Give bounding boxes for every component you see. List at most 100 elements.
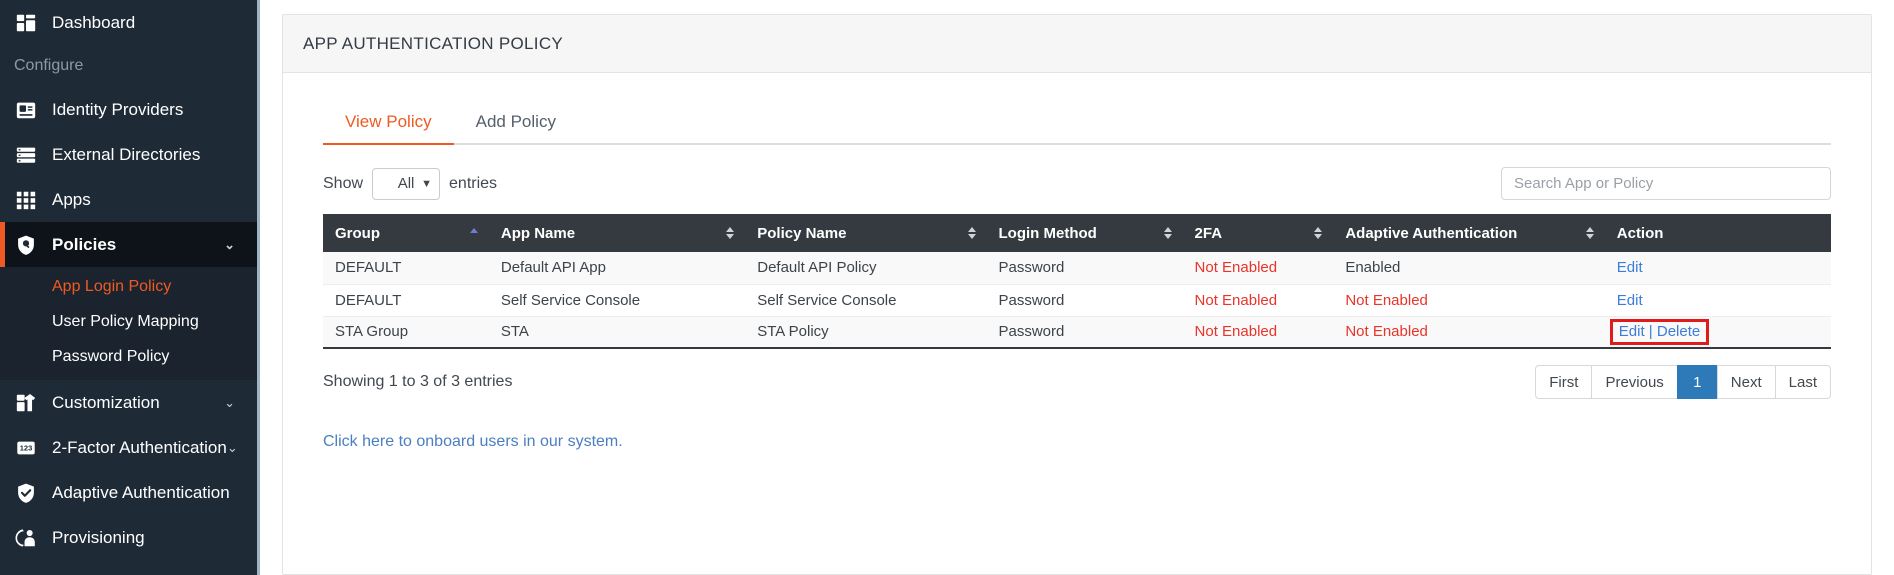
sidebar-item-label: Customization — [52, 392, 160, 412]
action-links: Edit — [1617, 259, 1643, 276]
app-authentication-policy-card: APP AUTHENTICATION POLICY View Policy Add… — [282, 14, 1872, 575]
chevron-down-icon[interactable]: ⌄ — [224, 238, 235, 251]
main-content: APP AUTHENTICATION POLICY View Policy Add… — [260, 0, 1894, 575]
column-header-label: 2FA — [1194, 224, 1223, 242]
cell-app-name: Self Service Console — [488, 284, 746, 317]
id-card-icon — [14, 98, 38, 122]
app-root: Dashboard Configure Identity Providers Exte… — [0, 0, 1894, 575]
tab-view-policy[interactable]: View Policy — [323, 112, 454, 143]
pagination: First Previous 1 Next Last — [1535, 365, 1831, 399]
sidebar-subitem-app-login-policy[interactable]: App Login Policy — [0, 269, 257, 304]
pagination-first[interactable]: First — [1535, 365, 1592, 399]
table-row: DEFAULT Default API App Default API Policy… — [323, 252, 1831, 285]
sidebar-item-label: External Directories — [52, 144, 201, 164]
sidebar-item-policies[interactable]: Policies ⌄ — [0, 222, 257, 267]
sidebar-item-2-factor-authentication[interactable]: 123 2-Factor Authentication ⌄ — [0, 425, 257, 470]
shield-policy-icon — [14, 233, 38, 257]
sidebar-item-adaptive-authentication[interactable]: Adaptive Authentication — [0, 470, 257, 515]
cell-2fa: Not Enabled — [1182, 252, 1334, 285]
column-header-label: Adaptive Authentication — [1345, 224, 1518, 242]
sidebar: Dashboard Configure Identity Providers Exte… — [0, 0, 260, 575]
cell-app-name: Default API App — [488, 252, 746, 285]
cell-group: DEFAULT — [323, 284, 489, 317]
sidebar-item-external-directories[interactable]: External Directories — [0, 132, 257, 177]
edit-link[interactable]: Edit — [1617, 292, 1643, 309]
sort-both-icon[interactable] — [967, 225, 977, 241]
column-header-2fa[interactable]: 2FA — [1183, 214, 1334, 252]
sidebar-item-label: Adaptive Authentication — [52, 482, 230, 502]
page-title: APP AUTHENTICATION POLICY — [303, 33, 564, 53]
page-size-select[interactable]: All ▼ — [372, 167, 441, 200]
column-header-action[interactable]: Action — [1605, 214, 1831, 252]
sidebar-item-dashboard[interactable]: Dashboard — [0, 0, 257, 45]
chevron-down-icon: ▼ — [421, 177, 433, 190]
dashboard-icon — [14, 11, 38, 35]
table-footer: Showing 1 to 3 of 3 entries First Previou… — [323, 365, 1831, 399]
showing-entries-text: Showing 1 to 3 of 3 entries — [323, 373, 513, 390]
tab-add-policy[interactable]: Add Policy — [454, 112, 578, 143]
column-header-login-method[interactable]: Login Method — [987, 214, 1183, 252]
sidebar-item-label: Apps — [52, 189, 91, 209]
chevron-down-icon[interactable]: ⌄ — [224, 396, 235, 409]
page-size-value: All — [397, 175, 415, 192]
numeric-123-icon: 123 — [14, 436, 38, 460]
shield-check-icon — [14, 481, 38, 505]
sidebar-item-apps[interactable]: Apps — [0, 177, 257, 222]
sidebar-subitem-user-policy-mapping[interactable]: User Policy Mapping — [0, 304, 257, 339]
sidebar-item-provisioning[interactable]: Provisioning — [0, 515, 257, 560]
sort-ascending-icon[interactable] — [469, 225, 479, 241]
table-row: STA Group STA STA Policy Password Not Enable… — [323, 316, 1831, 349]
cell-adaptive-authentication: Not Enabled — [1333, 316, 1605, 349]
cell-app-name: STA — [488, 316, 746, 349]
cell-policy-name: STA Policy — [745, 316, 987, 349]
search-input[interactable] — [1501, 167, 1831, 200]
table-body: DEFAULT Default API App Default API Policy… — [323, 252, 1831, 349]
provisioning-user-icon — [14, 526, 38, 550]
cell-2fa: Not Enabled — [1182, 316, 1334, 349]
policy-table-wrapper: Group App Name Policy Name Login Method 2FA A… — [323, 214, 1831, 349]
column-header-app-name[interactable]: App Name — [489, 214, 745, 252]
sidebar-item-label: Identity Providers — [52, 99, 184, 119]
svg-text:123: 123 — [20, 443, 33, 452]
cell-action: Edit | Delete — [1604, 316, 1831, 349]
edit-link[interactable]: Edit — [1617, 259, 1643, 276]
server-list-icon — [14, 143, 38, 167]
pagination-next[interactable]: Next — [1716, 365, 1775, 399]
sort-both-icon[interactable] — [1313, 225, 1323, 241]
grid-apps-icon — [14, 188, 38, 212]
action-links: Edit — [1617, 292, 1643, 309]
column-header-label: Group — [335, 224, 380, 242]
sidebar-subitem-password-policy[interactable]: Password Policy — [0, 339, 257, 374]
cell-action: Edit — [1604, 284, 1831, 317]
column-header-policy-name[interactable]: Policy Name — [745, 214, 986, 252]
page-size-control: Show All ▼ entries — [323, 167, 497, 200]
column-header-group[interactable]: Group — [323, 214, 489, 252]
pagination-previous[interactable]: Previous — [1591, 365, 1677, 399]
sort-both-icon[interactable] — [1163, 225, 1173, 241]
card-header: APP AUTHENTICATION POLICY — [283, 15, 1871, 73]
cell-action: Edit — [1604, 252, 1831, 285]
tab-bar: View Policy Add Policy — [323, 103, 1831, 145]
column-header-label: Policy Name — [757, 224, 847, 242]
action-highlight-box: Edit | Delete — [1609, 318, 1710, 345]
sort-both-icon[interactable] — [1585, 225, 1595, 241]
table-header-row: Group App Name Policy Name Login Method 2FA A… — [323, 214, 1831, 252]
onboard-users-link[interactable]: Click here to onboard users in our syste… — [323, 433, 623, 451]
pagination-last[interactable]: Last — [1774, 365, 1831, 399]
sort-both-icon[interactable] — [725, 225, 735, 241]
chevron-down-icon[interactable]: ⌄ — [227, 441, 238, 454]
cell-login-method: Password — [986, 252, 1183, 285]
table-controls: Show All ▼ entries — [323, 167, 1831, 200]
pagination-1[interactable]: 1 — [1676, 365, 1717, 399]
column-header-adaptive-authentication[interactable]: Adaptive Authentication — [1333, 214, 1604, 252]
sidebar-submenu-policies: App Login Policy User Policy Mapping Passw… — [0, 267, 257, 380]
sidebar-item-label: Provisioning — [52, 527, 145, 547]
policy-table: Group App Name Policy Name Login Method 2FA A… — [323, 214, 1831, 349]
cell-2fa: Not Enabled — [1182, 284, 1334, 317]
delete-link[interactable]: Delete — [1657, 323, 1700, 340]
column-header-label: App Name — [500, 224, 576, 242]
edit-link[interactable]: Edit — [1619, 323, 1645, 340]
sidebar-item-identity-providers[interactable]: Identity Providers — [0, 87, 257, 132]
column-header-label: Login Method — [998, 224, 1097, 242]
sidebar-item-customization[interactable]: Customization ⌄ — [0, 380, 257, 425]
